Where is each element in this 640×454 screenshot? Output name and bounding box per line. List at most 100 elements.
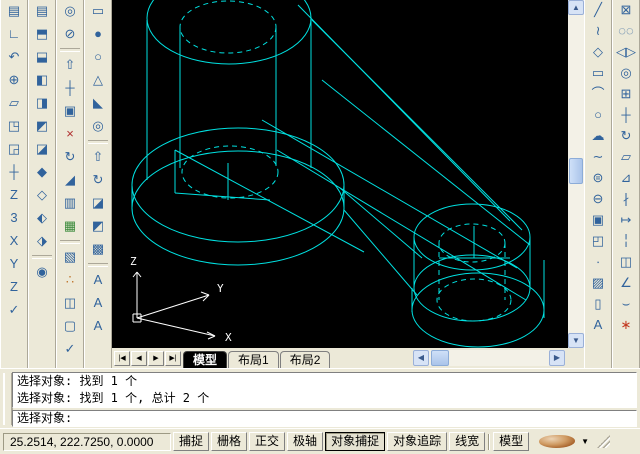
setup-profile-icon[interactable]: A [86,315,110,338]
command-prompt-line[interactable]: 选择对象: [12,410,637,427]
array-icon[interactable]: ⊞ [614,84,638,105]
trim-icon[interactable]: ∤ [614,189,638,210]
ucs-z-axis-vector-icon[interactable]: Z [2,184,26,207]
coordinates-readout[interactable]: 25.2514, 222.7250, 0.0000 [3,432,171,451]
setup-view-icon[interactable]: A [86,292,110,315]
taper-faces-icon[interactable]: ◢ [58,169,82,192]
solid-cone-icon[interactable]: △ [86,69,110,92]
tab-layout2[interactable]: 布局2 [279,351,331,368]
grid-toggle[interactable]: 栅格 [211,432,248,451]
tab-last-button[interactable]: ▶| [165,350,181,366]
revcloud-icon[interactable]: ☁ [586,126,610,147]
break-icon[interactable]: ◫ [614,252,638,273]
solid-wedge-icon[interactable]: ◣ [86,92,110,115]
named-views-icon[interactable]: ▤ [30,0,54,23]
drawing-area[interactable]: Z Y X [112,0,568,348]
tab-model[interactable]: 模型 [183,351,228,368]
extrude-faces-icon[interactable]: ⇧ [58,54,82,77]
copy-faces-icon[interactable]: ▥ [58,192,82,215]
move-faces-icon[interactable]: ┼ [58,77,82,100]
fillet-icon[interactable]: ⌣ [614,294,638,315]
ucs-apply-icon[interactable]: ✓ [2,299,26,322]
lineweight-toggle[interactable]: 线宽 [449,432,486,451]
view-ne-isometric-icon[interactable]: ⬖ [30,207,54,230]
view-front-icon[interactable]: ◩ [30,115,54,138]
setup-drawing-icon[interactable]: A [86,269,110,292]
ucs-3point-icon[interactable]: 3 [2,207,26,230]
communication-center-icon[interactable] [539,435,576,448]
spline-icon[interactable]: ∼ [586,147,610,168]
ucs-world-icon[interactable]: ⊕ [2,69,26,92]
view-nw-isometric-icon[interactable]: ⬗ [30,230,54,253]
ucs-icon[interactable]: ∟ [2,23,26,46]
point-icon[interactable]: ∙ [586,252,610,273]
subtract-icon[interactable]: ⊘ [58,23,82,46]
circle-icon[interactable]: ○ [586,105,610,126]
scale-icon[interactable]: ▱ [614,147,638,168]
mirror-icon[interactable]: ◁▷ [614,42,638,63]
stretch-icon[interactable]: ⊿ [614,168,638,189]
ucs-rotate-x-icon[interactable]: X [2,230,26,253]
revolve-icon[interactable]: ↻ [86,169,110,192]
erase-icon[interactable]: ⊠ [614,0,638,21]
horizontal-scroll-track[interactable] [429,350,549,366]
separate-icon[interactable]: ◫ [58,292,82,315]
tab-first-button[interactable]: |◀ [114,350,130,366]
view-bottom-icon[interactable]: ⬓ [30,46,54,69]
region-icon[interactable]: ▯ [586,294,610,315]
shell-icon[interactable]: ▢ [58,315,82,338]
solid-cylinder-icon[interactable]: ○ [86,46,110,69]
polygon-icon[interactable]: ◇ [586,42,610,63]
ucs-previous-icon[interactable]: ↶ [2,46,26,69]
camera-icon[interactable]: ◉ [30,261,54,284]
rectangle-icon[interactable]: ▭ [586,63,610,84]
scroll-right-button[interactable]: ▶ [549,350,565,366]
ucs-object-icon[interactable]: ▱ [2,92,26,115]
ucs-origin-icon[interactable]: ┼ [2,161,26,184]
scroll-up-button[interactable]: ▲ [568,0,584,15]
view-top-icon[interactable]: ⬒ [30,23,54,46]
ucs-view-icon[interactable]: ◲ [2,138,26,161]
vertical-scrollbar[interactable]: ▲ ▼ [568,0,584,348]
view-right-icon[interactable]: ◨ [30,92,54,115]
tab-layout1[interactable]: 布局1 [228,351,279,368]
ucs-face-icon[interactable]: ◳ [2,115,26,138]
command-history[interactable]: 选择对象: 找到 1 个选择对象: 找到 1 个, 总计 2 个 [12,372,637,408]
arc-icon[interactable]: ⌒ [586,84,610,105]
tab-next-button[interactable]: ▶ [148,350,164,366]
ucs-rotate-z-icon[interactable]: Z [2,276,26,299]
polyline-icon[interactable]: ≀ [586,21,610,42]
scroll-down-button[interactable]: ▼ [568,333,584,348]
ellipse-icon[interactable]: ⊜ [586,168,610,189]
move-icon[interactable]: ┼ [614,105,638,126]
window-resize-grip[interactable] [597,435,611,448]
interfere-icon[interactable]: ▩ [86,238,110,261]
rotate-faces-icon[interactable]: ↻ [58,146,82,169]
otrack-toggle[interactable]: 对象追踪 [387,432,448,451]
tab-previous-button[interactable]: ◀ [131,350,147,366]
scroll-left-button[interactable]: ◀ [413,350,429,366]
clean-icon[interactable]: ∴ [58,269,82,292]
ortho-toggle[interactable]: 正交 [249,432,286,451]
ellipse-arc-icon[interactable]: ⊖ [586,189,610,210]
view-sw-isometric-icon[interactable]: ◆ [30,161,54,184]
make-block-icon[interactable]: ◰ [586,231,610,252]
offset-faces-icon[interactable]: ▣ [58,100,82,123]
solid-box-icon[interactable]: ▭ [86,0,110,23]
union-icon[interactable]: ◎ [58,0,82,23]
status-menu-arrow-icon[interactable]: ▼ [577,437,593,446]
ucs-dialog-icon[interactable]: ▤ [2,0,26,23]
hatch-icon[interactable]: ▨ [586,273,610,294]
horizontal-scrollbar[interactable]: ◀ ▶ [413,350,565,366]
line-icon[interactable]: ╱ [586,0,610,21]
color-faces-icon[interactable]: ▦ [58,215,82,238]
polar-toggle[interactable]: 极轴 [287,432,324,451]
vertical-scroll-thumb[interactable] [569,158,583,184]
ucs-rotate-y-icon[interactable]: Y [2,253,26,276]
solid-torus-icon[interactable]: ◎ [86,115,110,138]
section-icon[interactable]: ◩ [86,215,110,238]
check-icon[interactable]: ✓ [58,338,82,361]
explode-icon[interactable]: ∗ [614,315,638,336]
slice-icon[interactable]: ◪ [86,192,110,215]
break-at-point-icon[interactable]: ╎ [614,231,638,252]
